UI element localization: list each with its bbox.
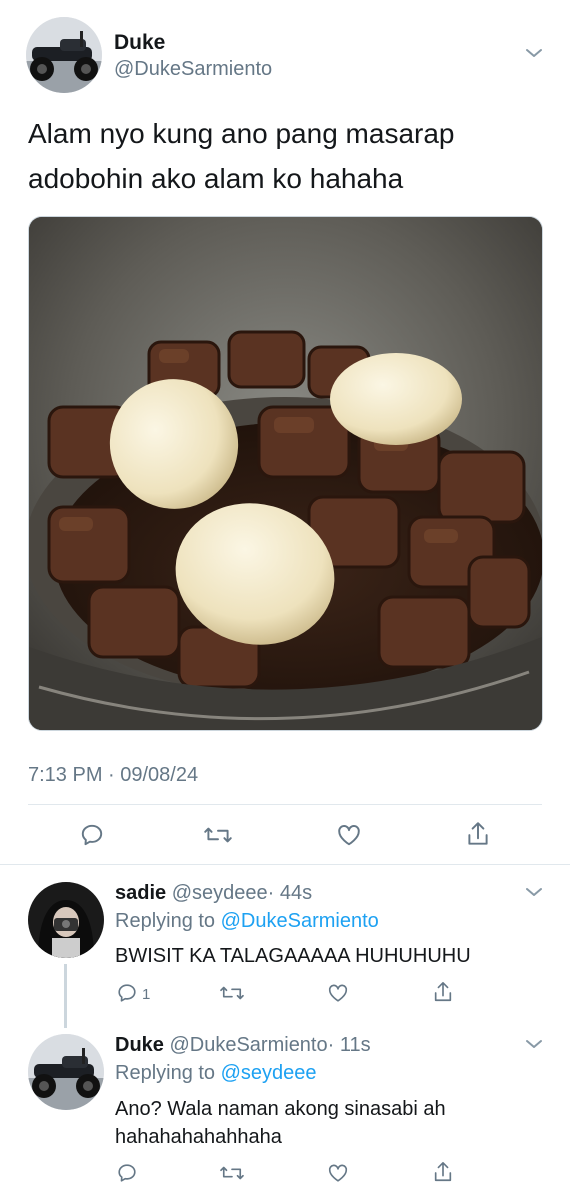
reply-icon[interactable] — [79, 822, 105, 848]
reply-icon[interactable] — [116, 982, 138, 1004]
tweet-photo[interactable] — [28, 216, 543, 731]
thread-line — [64, 964, 67, 1028]
author-avatar[interactable] — [26, 17, 102, 93]
reply-text-line-2: hahahahahahhaha — [115, 1126, 282, 1148]
reply-author-handle[interactable]: @seydeee — [172, 882, 268, 904]
share-icon[interactable] — [432, 1160, 454, 1184]
tweet-menu-chevron-icon[interactable] — [524, 46, 544, 60]
tweet-text-line-2: adobohin ako alam ko hahaha — [28, 163, 404, 194]
adobo-pot-image — [29, 217, 542, 730]
tweet-text-line-1: Alam nyo kung ano pang masarap — [28, 118, 455, 149]
reply-header: sadie @seydeee· 44s — [115, 882, 312, 905]
reply-time: · 11s — [327, 1034, 371, 1056]
replying-to-label: Replying to — [115, 910, 216, 932]
person-with-camera-avatar — [28, 882, 104, 958]
like-icon[interactable] — [327, 1162, 349, 1184]
reply-text: BWISIT KA TALAGAAAAA HUHUHUHU — [115, 945, 471, 967]
reply-author-name[interactable]: sadie — [115, 882, 166, 904]
section-divider — [0, 864, 570, 865]
author-name[interactable]: Duke — [114, 31, 165, 55]
share-icon[interactable] — [432, 980, 454, 1004]
replying-to-link[interactable]: @seydeee — [221, 1062, 317, 1084]
like-icon[interactable] — [336, 822, 362, 848]
retweet-icon[interactable] — [218, 982, 246, 1004]
reply-menu-chevron-icon[interactable] — [524, 885, 544, 899]
reply-avatar-duke[interactable] — [28, 1034, 104, 1110]
replying-to-link[interactable]: @DukeSarmiento — [221, 910, 379, 932]
reply-menu-chevron-icon[interactable] — [524, 1037, 544, 1051]
author-handle[interactable]: @DukeSarmiento — [114, 58, 272, 81]
reply-author-name[interactable]: Duke — [115, 1034, 164, 1056]
retweet-icon[interactable] — [202, 822, 234, 848]
retweet-icon[interactable] — [218, 1162, 246, 1184]
reply-avatar-sadie[interactable] — [28, 882, 104, 958]
replying-to-label: Replying to — [115, 1062, 216, 1084]
like-icon[interactable] — [327, 982, 349, 1004]
reply-text-line-1: Ano? Wala naman akong sinasabi ah — [115, 1098, 446, 1120]
reply-time: · 44s — [267, 882, 313, 904]
motorcycle-icon — [26, 17, 102, 93]
motorcycle-icon — [28, 1034, 104, 1110]
replying-to-line: Replying to @seydeee — [115, 1062, 317, 1085]
reply-author-handle[interactable]: @DukeSarmiento — [169, 1034, 327, 1056]
replying-to-line: Replying to @DukeSarmiento — [115, 910, 379, 933]
reply-header: Duke @DukeSarmiento· 11s — [115, 1034, 371, 1057]
divider — [28, 804, 542, 805]
share-icon[interactable] — [465, 820, 491, 848]
reply-count: 1 — [142, 986, 151, 1003]
reply-icon[interactable] — [116, 1162, 138, 1184]
tweet-timestamp[interactable]: 7:13 PM · 09/08/24 — [28, 764, 198, 787]
